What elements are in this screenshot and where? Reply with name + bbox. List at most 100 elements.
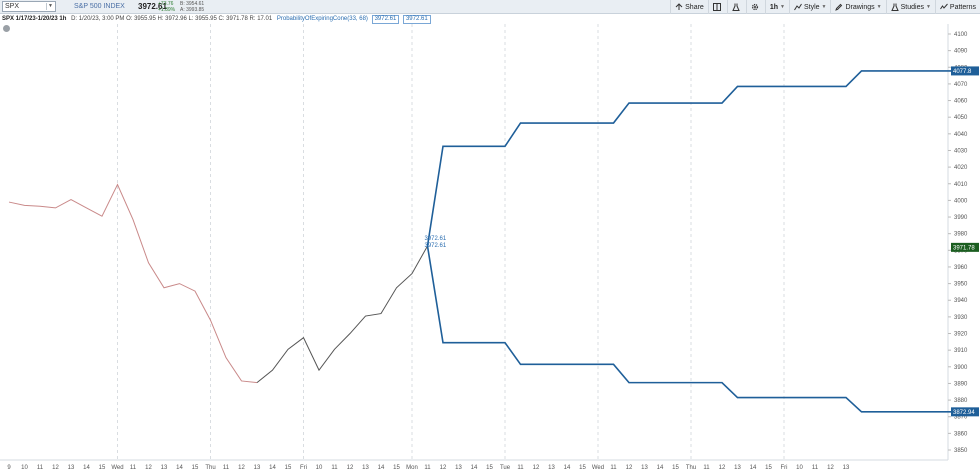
price-tick-label: 4030 [954, 148, 968, 154]
ask-value: A: 3993.85 [180, 7, 205, 13]
time-tick-label: 12 [827, 465, 834, 471]
time-tick-label: Wed [592, 465, 604, 471]
flask-icon [732, 3, 740, 11]
time-tick-label: 15 [393, 465, 400, 471]
time-tick-label: 13 [161, 465, 168, 471]
chevron-down-icon: ▼ [821, 4, 827, 10]
time-tick-label: 14 [176, 465, 183, 471]
time-tick-label: 14 [564, 465, 571, 471]
symbol-description: S&P 500 INDEX [74, 3, 125, 10]
time-tick-label: 13 [641, 465, 648, 471]
studies-button[interactable]: Studies ▼ [885, 0, 935, 14]
studies-label: Studies [900, 3, 924, 11]
time-tick-label: 10 [796, 465, 803, 471]
time-tick-label: 15 [192, 465, 199, 471]
time-tick-label: 12 [626, 465, 633, 471]
chevron-down-icon: ▼ [876, 4, 882, 10]
price-tick-label: 3850 [954, 448, 968, 454]
share-icon [675, 3, 683, 10]
time-tick-label: Wed [111, 465, 123, 471]
time-tick-label: 12 [52, 465, 59, 471]
chevron-down-icon[interactable]: ▼ [46, 3, 54, 10]
price-tick-label: 3880 [954, 398, 968, 404]
price-tick-label: 3860 [954, 431, 968, 437]
timeframe-label: 1h [769, 3, 778, 11]
price-tick-label: 4100 [954, 32, 968, 38]
price-tick-label: 3950 [954, 282, 968, 288]
time-tick-label: 15 [99, 465, 106, 471]
chart-title: SPX 1/17/23-1/20/23 1h [2, 16, 67, 22]
study-name[interactable]: ProbabilityOfExpiringCone(33, 68) [277, 16, 368, 22]
price-tick-label: 3910 [954, 348, 968, 354]
time-tick-label: 12 [145, 465, 152, 471]
time-tick-label: 15 [486, 465, 493, 471]
timeframe-selector[interactable]: 1h ▼ [764, 0, 789, 14]
time-tick-label: 12 [238, 465, 245, 471]
price-tick-label: 4050 [954, 115, 968, 121]
time-tick-label: 11 [703, 465, 710, 471]
time-tick-label: 14 [471, 465, 478, 471]
time-tick-label: 15 [765, 465, 772, 471]
bid-ask: B: 3954.61 A: 3993.85 [180, 1, 204, 13]
price-chart[interactable]: 3850386038703880389039003910392039303940… [0, 24, 980, 475]
time-tick-label: Fri [781, 465, 788, 471]
price-tick-label: 4040 [954, 132, 968, 138]
time-tick-label: 12 [719, 465, 726, 471]
top-toolbar: SPX ▼ S&P 500 INDEX 3972.61 +73.76 +1.89… [0, 0, 980, 14]
gear-icon [751, 3, 758, 11]
time-tick-label: 15 [285, 465, 292, 471]
style-icon [794, 3, 802, 11]
time-tick-label: 13 [68, 465, 75, 471]
price-change: +73.76 +1.89% [158, 1, 175, 13]
price-tick-label: 4070 [954, 82, 968, 88]
price-tick-label: 3960 [954, 265, 968, 271]
time-tick-label: 13 [734, 465, 741, 471]
time-tick-label: Thu [686, 465, 696, 471]
price-line-down [8, 183, 258, 384]
study-value-1: 3972.61 [371, 15, 400, 24]
chevron-down-icon: ▼ [780, 4, 785, 10]
price-tick-label: 3920 [954, 332, 968, 338]
time-tick-label: 14 [657, 465, 664, 471]
time-tick-label: 11 [424, 465, 431, 471]
study-value-2: 3972.61 [402, 15, 431, 24]
price-line-up [256, 245, 428, 384]
patterns-icon [940, 3, 948, 10]
time-tick-label: 14 [83, 465, 90, 471]
cone-origin-label-1: 3972.61 [425, 236, 447, 242]
time-tick-label: 13 [362, 465, 369, 471]
patterns-button[interactable]: Patterns [934, 0, 980, 14]
time-tick-label: 11 [37, 465, 44, 471]
price-tick-label: 3980 [954, 232, 968, 238]
cone-origin-label-2: 3972.61 [425, 243, 447, 249]
price-tick-label: 3900 [954, 365, 968, 371]
share-button[interactable]: Share [670, 0, 708, 14]
settings-button[interactable] [745, 0, 765, 14]
time-tick-label: 15 [672, 465, 679, 471]
time-tick-label: 14 [378, 465, 385, 471]
drawings-button[interactable]: Drawings ▼ [830, 0, 885, 14]
patterns-label: Patterns [949, 3, 976, 11]
price-tick-label: 3940 [954, 298, 968, 304]
time-tick-label: 11 [223, 465, 230, 471]
style-button[interactable]: Style ▼ [788, 0, 831, 14]
flask-button[interactable] [726, 0, 746, 14]
time-tick-label: 13 [843, 465, 850, 471]
change-percent: +1.89% [158, 7, 176, 13]
price-pill-label: 3971.78 [953, 245, 975, 251]
studies-icon [890, 3, 899, 11]
layout-button[interactable] [707, 0, 727, 14]
symbol-selector[interactable]: SPX ▼ [2, 1, 56, 12]
time-tick-label: Tue [500, 465, 511, 471]
price-tick-label: 4020 [954, 165, 968, 171]
time-tick-label: 9 [7, 465, 11, 471]
time-tick-label: 10 [316, 465, 323, 471]
share-label: Share [685, 3, 704, 11]
time-tick-label: 11 [812, 465, 819, 471]
time-tick-label: 14 [750, 465, 757, 471]
time-tick-label: 11 [610, 465, 617, 471]
time-tick-label: 12 [347, 465, 354, 471]
time-tick-label: 13 [548, 465, 555, 471]
time-tick-label: 11 [130, 465, 137, 471]
price-tick-label: 4010 [954, 182, 968, 188]
